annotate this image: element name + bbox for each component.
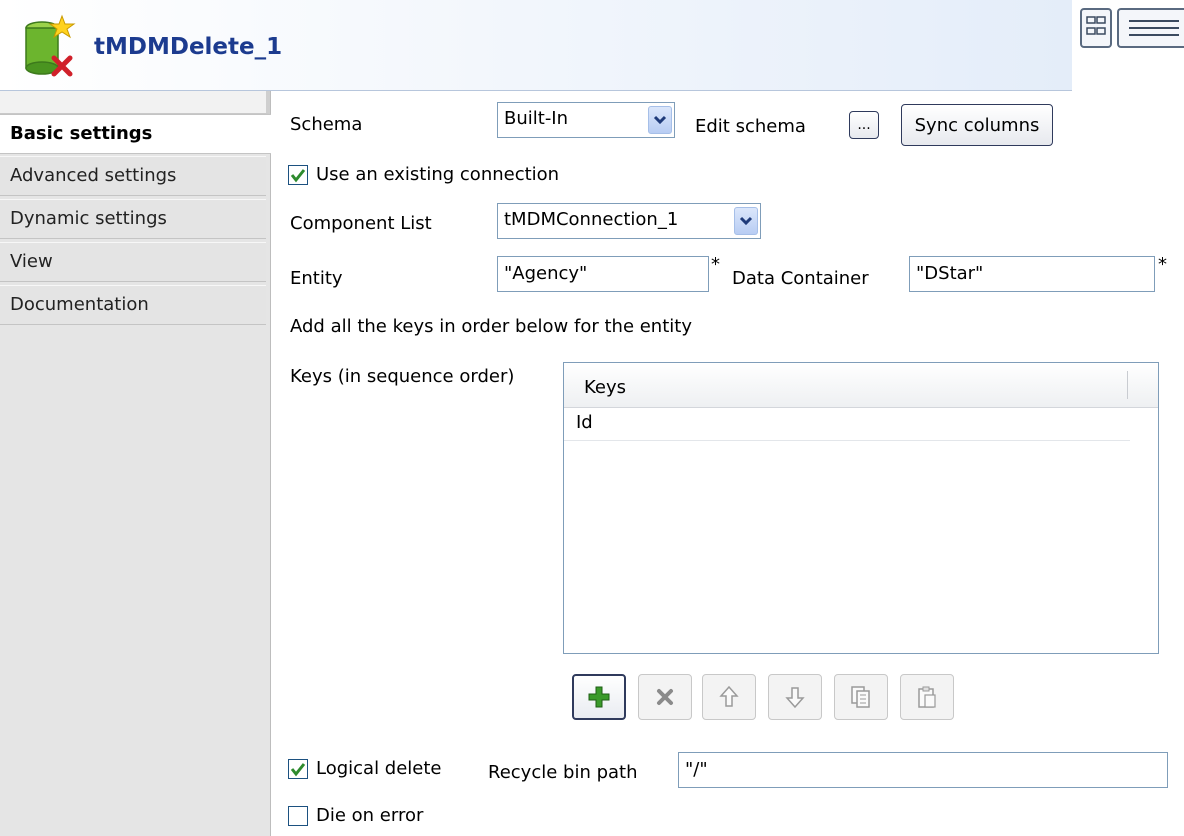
paste-row-button[interactable]	[900, 674, 954, 720]
tab-basic-settings[interactable]: Basic settings	[0, 114, 271, 154]
logical-delete-label: Logical delete	[316, 758, 442, 779]
data-container-label: Data Container	[732, 268, 869, 289]
entity-label: Entity	[290, 268, 343, 289]
settings-tab-bar: Basic settings Advanced settings Dynamic…	[0, 91, 271, 836]
schema-select-value: Built-In	[504, 108, 569, 129]
entity-input[interactable]: "Agency"	[497, 256, 709, 292]
checkmark-icon	[290, 763, 306, 777]
schema-label: Schema	[290, 114, 363, 135]
tab-documentation[interactable]: Documentation	[0, 285, 266, 325]
logical-delete-checkbox[interactable]	[288, 759, 308, 779]
recycle-bin-path-input[interactable]: "/"	[678, 752, 1168, 788]
component-list-value: tMDMConnection_1	[504, 209, 679, 230]
component-list-label: Component List	[290, 213, 432, 234]
component-list-select[interactable]: tMDMConnection_1	[497, 203, 761, 239]
edit-schema-button[interactable]: ...	[849, 111, 879, 139]
add-icon	[588, 686, 610, 708]
copy-row-button[interactable]	[834, 674, 888, 720]
chevron-down-icon[interactable]	[648, 106, 672, 134]
remove-row-button[interactable]	[638, 674, 692, 720]
table-cell: Id	[576, 412, 593, 433]
component-header: tMDMDelete_1	[0, 0, 1072, 91]
keys-table-header[interactable]: Keys	[564, 363, 1158, 408]
required-marker: *	[711, 254, 720, 275]
move-down-button[interactable]	[768, 674, 822, 720]
move-up-icon	[719, 685, 739, 707]
table-row[interactable]: Id	[564, 408, 1130, 441]
move-up-button[interactable]	[702, 674, 756, 720]
tmdmdelete-component-icon	[25, 14, 76, 77]
chevron-down-icon[interactable]	[734, 207, 758, 235]
use-existing-connection-checkbox[interactable]	[288, 165, 308, 185]
remove-icon	[657, 689, 673, 705]
data-container-input[interactable]: "DStar"	[909, 256, 1155, 292]
edit-schema-label: Edit schema	[695, 116, 806, 137]
checkmark-icon	[290, 169, 306, 183]
die-on-error-checkbox[interactable]	[288, 806, 308, 826]
add-row-button[interactable]	[572, 674, 626, 720]
list-view-icon[interactable]	[1117, 8, 1184, 48]
tab-advanced-settings[interactable]: Advanced settings	[0, 156, 266, 196]
tab-bar-top-strip	[0, 91, 270, 114]
keys-column-header: Keys	[584, 377, 627, 398]
tab-view[interactable]: View	[0, 242, 266, 282]
paste-icon	[918, 686, 936, 708]
tab-dynamic-settings[interactable]: Dynamic settings	[0, 199, 266, 239]
keys-table[interactable]: Keys Id	[563, 362, 1159, 654]
recycle-bin-path-label: Recycle bin path	[488, 762, 638, 783]
use-existing-connection-label: Use an existing connection	[316, 164, 560, 185]
copy-icon	[851, 686, 870, 708]
keys-hint-text: Add all the keys in order below for the …	[290, 316, 692, 337]
sync-columns-button[interactable]: Sync columns	[901, 104, 1053, 146]
schema-select[interactable]: Built-In	[497, 102, 675, 138]
required-marker: *	[1158, 254, 1167, 275]
move-down-icon	[785, 687, 805, 709]
die-on-error-label: Die on error	[316, 805, 424, 826]
grid-view-icon[interactable]	[1080, 8, 1112, 48]
column-separator	[1127, 371, 1128, 399]
keys-label: Keys (in sequence order)	[290, 366, 515, 387]
component-title: tMDMDelete_1	[94, 34, 283, 60]
